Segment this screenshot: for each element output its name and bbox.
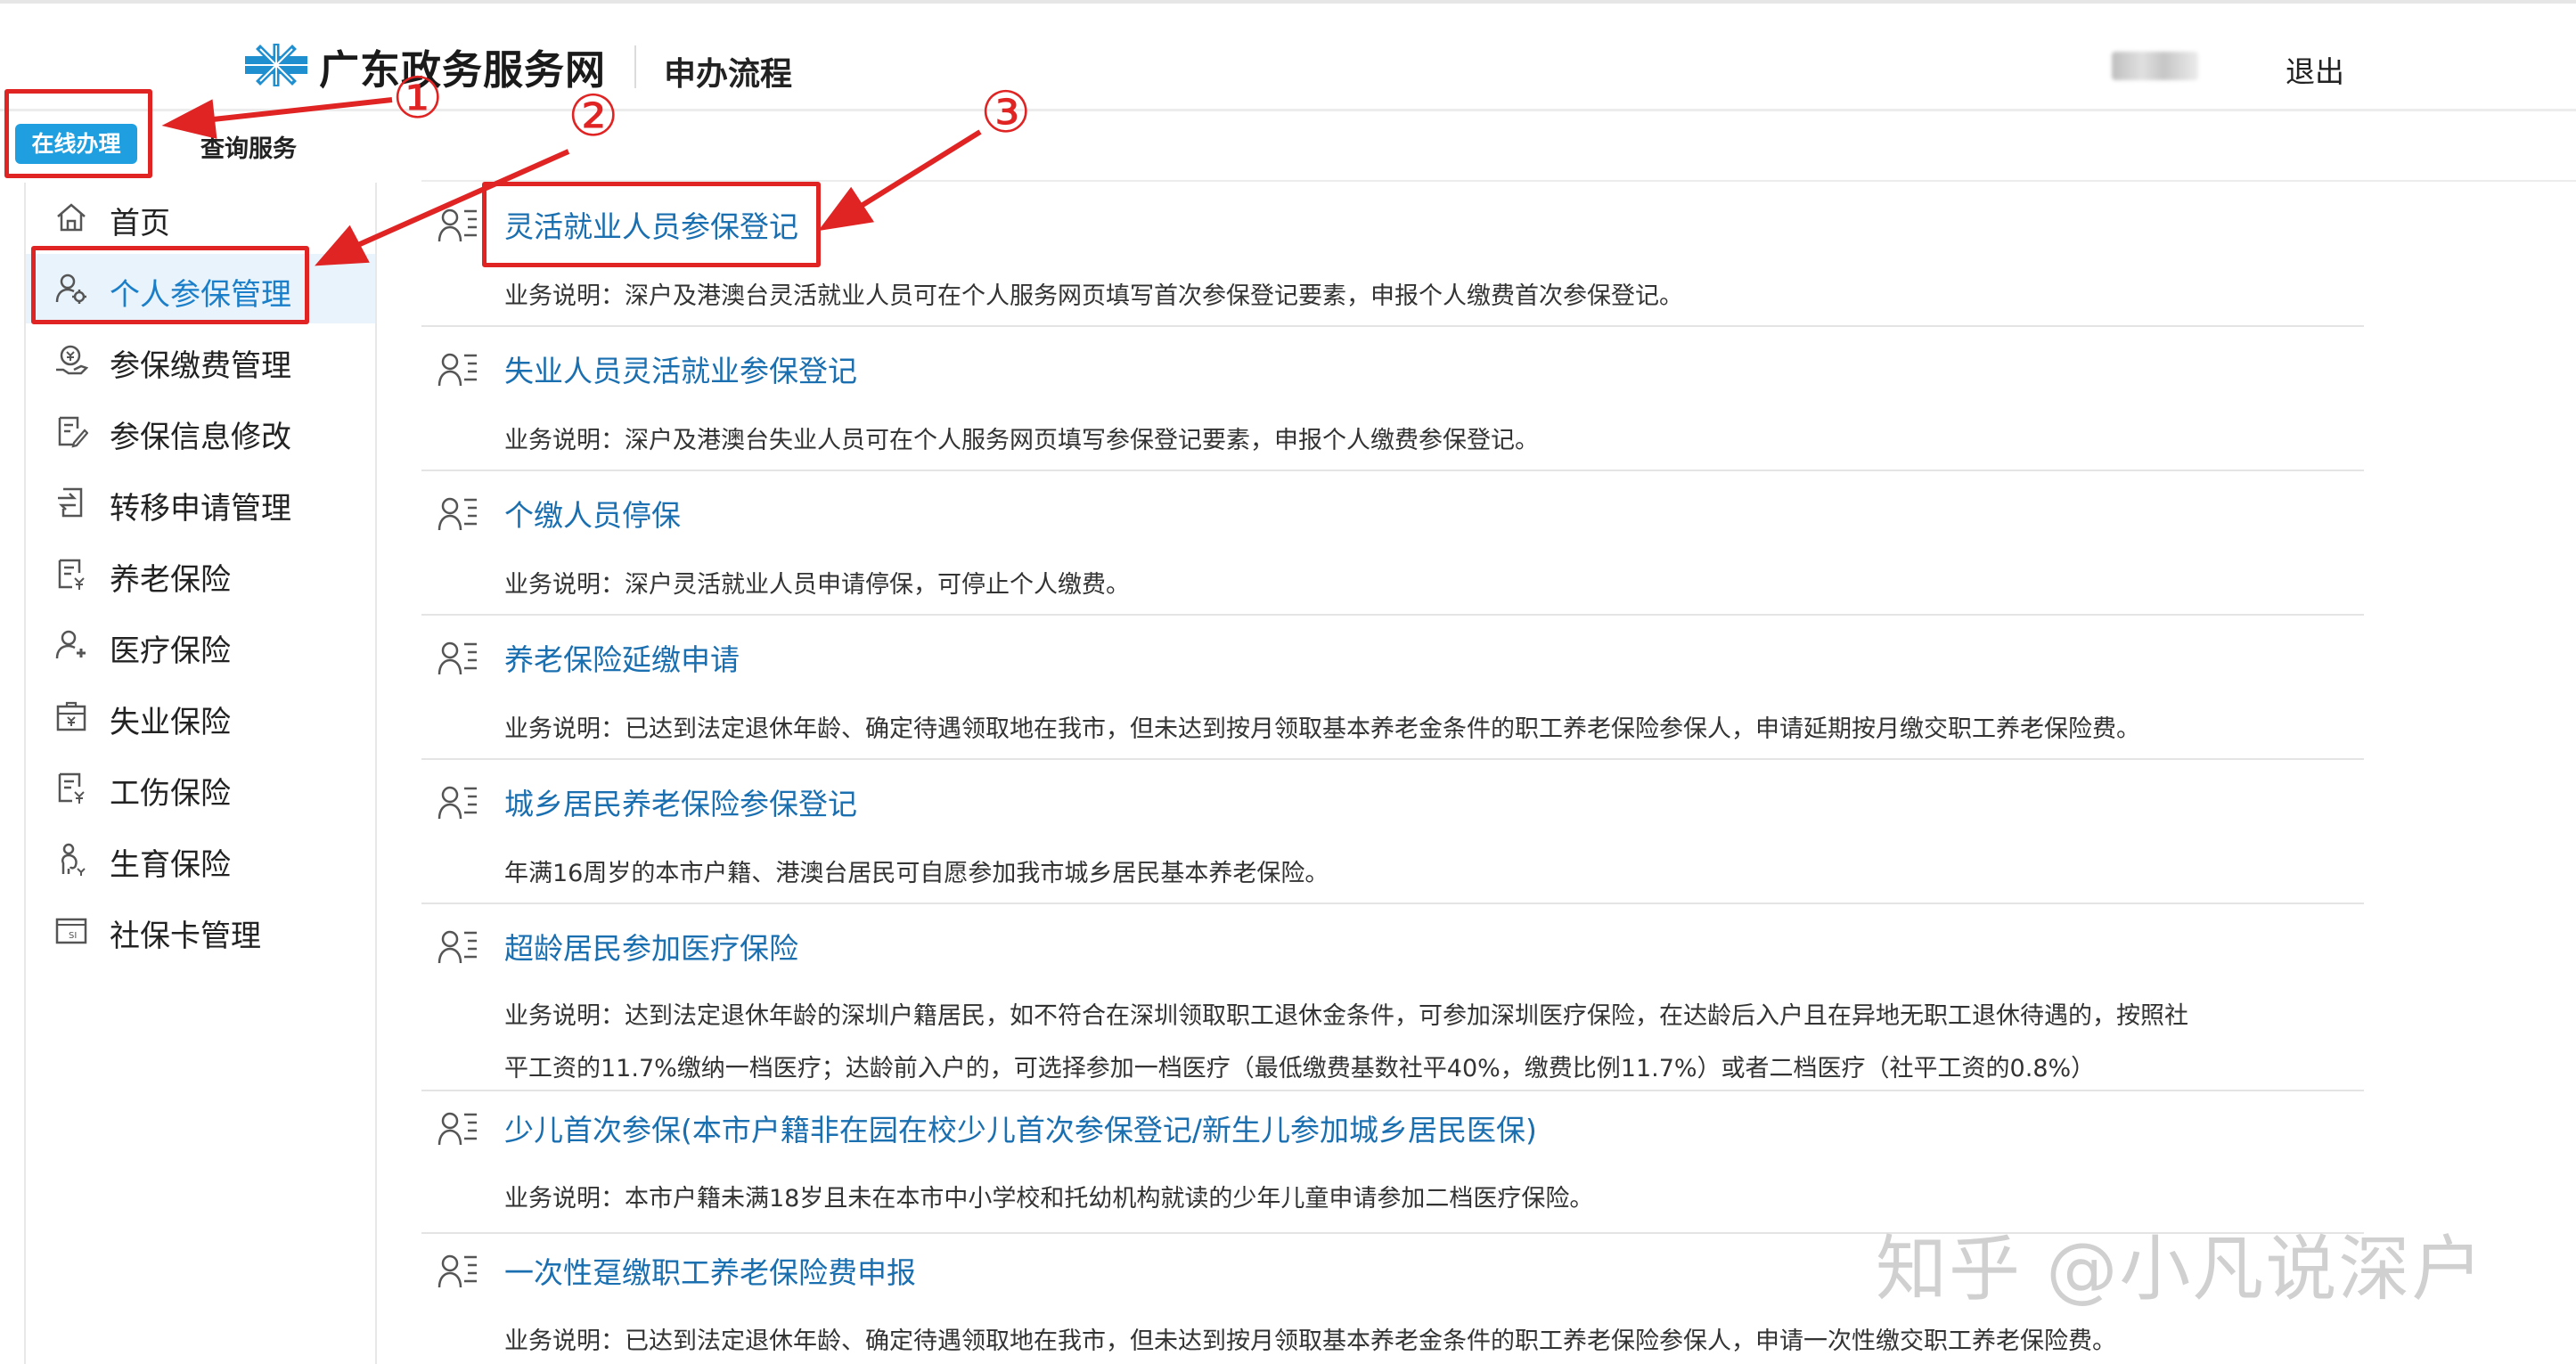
- marker-3: ③: [980, 80, 1032, 146]
- sidebar-item-label: 参保信息修改: [110, 420, 291, 455]
- injury-doc-icon: [58, 772, 85, 804]
- sidebar-item-maternity[interactable]: 生育保险: [26, 824, 375, 894]
- person-list-icon: [438, 930, 477, 964]
- sidebar-item-medical[interactable]: 医疗保险: [26, 610, 375, 680]
- list-item: 个缴人员停保 业务说明：深户灵活就业人员申请停保，可停止个人缴费。: [421, 471, 2364, 616]
- service-description: 业务说明：本市户籍未满18岁且未在本市中小学校和托幼机构就读的少年儿童申请参加二…: [504, 1185, 1594, 1213]
- sidebar-item-label: 养老保险: [110, 562, 231, 598]
- card-icon: SI: [55, 918, 87, 944]
- list-item: 超龄居民参加医疗保险 业务说明：达到法定退休年龄的深圳户籍居民，如不符合在深圳领…: [421, 904, 2364, 1091]
- person-list-icon: [438, 353, 477, 387]
- person-list-icon: [438, 1112, 477, 1146]
- edit-doc-icon: [58, 416, 88, 448]
- service-description: 业务说明：已达到法定退休年龄、确定待遇领取地在我市，但未达到按月领取基本养老金条…: [504, 715, 2140, 743]
- transfer-icon: [58, 487, 83, 518]
- tab-query-service[interactable]: 查询服务: [200, 129, 297, 164]
- watermark: 知乎 @小凡说深户: [1876, 1228, 2485, 1311]
- list-item: 城乡居民养老保险参保登记 年满16周岁的本市户籍、港澳台居民可自愿参加我市城乡居…: [421, 760, 2364, 904]
- service-description: 平工资的11.7%缴纳一档医疗；达龄前入户的，可选择参加一档医疗（最低缴费基数社…: [504, 1055, 2096, 1082]
- sidebar-item-home[interactable]: 首页: [26, 183, 375, 252]
- list-item: 养老保险延缴申请 业务说明：已达到法定退休年龄、确定待遇领取地在我市，但未达到按…: [421, 616, 2364, 760]
- sidebar-item-label: 社保卡管理: [110, 919, 261, 954]
- service-description: 业务说明：深户灵活就业人员申请停保，可停止个人缴费。: [504, 571, 1130, 599]
- maternity-icon: [61, 843, 86, 876]
- annotation-box-personal-insurance: [31, 246, 309, 324]
- person-list-icon: [438, 641, 477, 675]
- service-list: 灵活就业人员参保登记 业务说明：深户及港澳台灵活就业人员可在个人服务网页填写首次…: [421, 183, 2576, 1364]
- briefcase-icon: [56, 701, 86, 731]
- svg-text:SI: SI: [69, 931, 77, 941]
- page-title: 申办流程: [664, 56, 793, 93]
- service-description: 业务说明：深户及港澳台灵活就业人员可在个人服务网页填写首次参保登记要素，申报个人…: [504, 282, 1683, 310]
- sidebar-item-info-edit[interactable]: 参保信息修改: [26, 396, 375, 466]
- sidebar-item-label: 参保缴费管理: [110, 348, 291, 384]
- sidebar-item-label: 失业保险: [110, 705, 231, 740]
- sidebar-item-label: 医疗保险: [110, 633, 231, 669]
- service-title-link[interactable]: 失业人员灵活就业参保登记: [504, 347, 857, 390]
- logout-link[interactable]: 退出: [2286, 48, 2344, 91]
- sidebar: 首页 个人参保管理 参保缴费管理 参保信息修改 转移申请管理 养老保险 医疗保险…: [24, 183, 377, 1364]
- list-item: 失业人员灵活就业参保登记 业务说明：深户及港澳台失业人员可在个人服务网页填写参保…: [421, 327, 2364, 471]
- person-list-icon: [438, 497, 477, 531]
- service-title-link[interactable]: 城乡居民养老保险参保登记: [504, 780, 857, 823]
- marker-2: ②: [568, 84, 619, 150]
- service-description: 业务说明：已达到法定退休年龄、确定待遇领取地在我市，但未达到按月领取基本养老金条…: [504, 1327, 2116, 1355]
- sidebar-item-transfer[interactable]: 转移申请管理: [26, 468, 375, 537]
- service-title-link[interactable]: 一次性趸缴职工养老保险费申报: [504, 1249, 916, 1292]
- service-description: 年满16周岁的本市户籍、港澳台居民可自愿参加我市城乡居民基本养老保险。: [504, 860, 1329, 887]
- sidebar-item-label: 首页: [110, 206, 170, 241]
- sidebar-item-unemployment[interactable]: 失业保险: [26, 682, 375, 751]
- sidebar-item-label: 工伤保险: [110, 776, 231, 812]
- sidebar-item-work-injury[interactable]: 工伤保险: [26, 753, 375, 822]
- medical-person-icon: [55, 630, 86, 659]
- service-title-link[interactable]: 少儿首次参保(本市户籍非在园在校少儿首次参保登记/新生儿参加城乡居民医保): [504, 1107, 1537, 1149]
- annotation-box-online-tab: [4, 89, 152, 178]
- service-title-link[interactable]: 个缴人员停保: [504, 492, 681, 535]
- sidebar-item-social-card[interactable]: SI 社保卡管理: [26, 895, 375, 965]
- service-title-link[interactable]: 养老保险延缴申请: [504, 636, 740, 679]
- sidebar-item-payment[interactable]: 参保缴费管理: [26, 325, 375, 395]
- person-list-icon: [438, 208, 477, 242]
- site-name[interactable]: 广东政务服务网: [319, 37, 606, 95]
- sidebar-item-pension[interactable]: 养老保险: [26, 539, 375, 608]
- home-icon: [57, 203, 86, 232]
- user-name-blurred[interactable]: [2112, 52, 2198, 80]
- site-header: 广东政务服务网 申办流程 退出: [0, 4, 2576, 111]
- service-title-link[interactable]: 超龄居民参加医疗保险: [504, 925, 798, 968]
- person-list-icon: [438, 786, 477, 820]
- person-list-icon: [438, 1254, 477, 1288]
- annotation-box-first-service: [482, 182, 821, 267]
- marker-1: ①: [392, 66, 444, 132]
- service-description: 业务说明：深户及港澳台失业人员可在个人服务网页填写参保登记要素，申报个人缴费参保…: [504, 427, 1539, 454]
- header-divider: [634, 45, 636, 88]
- service-description: 业务说明：达到法定退休年龄的深圳户籍居民，如不符合在深圳领取职工退休金条件，可参…: [504, 1002, 2188, 1030]
- payment-icon: [56, 345, 88, 375]
- sidebar-item-label: 转移申请管理: [110, 491, 291, 527]
- sidebar-item-label: 生育保险: [110, 847, 231, 883]
- snowflake-logo-icon: [245, 44, 307, 86]
- pension-doc-icon: [58, 559, 85, 590]
